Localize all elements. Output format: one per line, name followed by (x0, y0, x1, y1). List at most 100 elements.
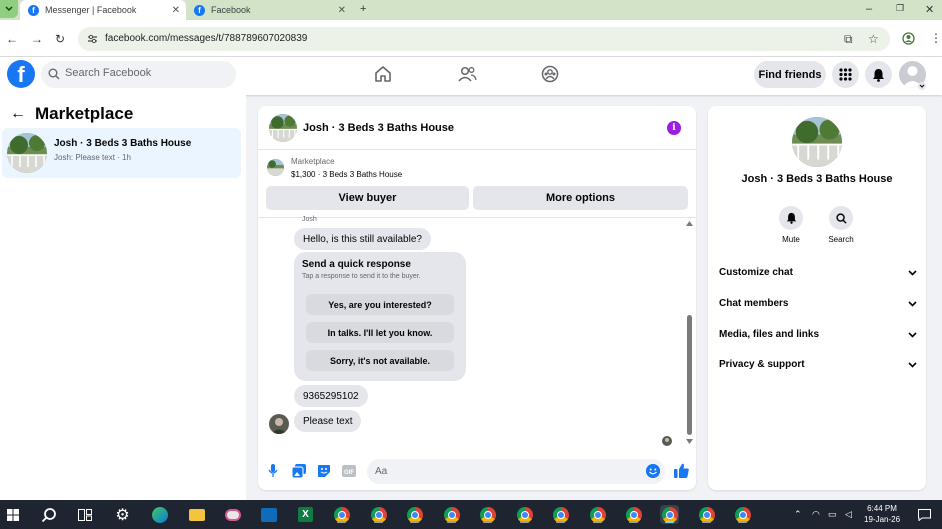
message-bubble[interactable]: 9365295102 (294, 385, 368, 407)
sticker-icon[interactable] (317, 464, 331, 478)
wifi-icon[interactable]: ◠ (812, 509, 820, 520)
chrome-profile-icon[interactable] (369, 505, 388, 524)
search-circle[interactable] (829, 206, 853, 230)
customize-chat-row[interactable]: Customize chat (719, 267, 917, 278)
facebook-search[interactable] (41, 61, 236, 88)
notification-center-icon[interactable] (918, 509, 931, 521)
microphone-icon[interactable] (268, 464, 278, 478)
maximize-button[interactable]: ❐ (896, 3, 904, 14)
forward-button[interactable]: → (31, 32, 43, 46)
chrome-profile-icon-active[interactable] (660, 505, 679, 524)
chrome-profile-icon[interactable] (478, 505, 497, 524)
search-conversation-button[interactable]: Search (821, 206, 861, 244)
file-explorer-icon[interactable] (187, 505, 206, 524)
chrome-profile-icon[interactable] (515, 505, 534, 524)
message-input[interactable]: Aa (367, 459, 665, 484)
search-input[interactable] (65, 67, 225, 79)
scrollbar-thumb[interactable] (687, 315, 692, 435)
search-icon[interactable] (41, 507, 57, 523)
browser-menu-icon[interactable]: ⋮ (930, 31, 942, 45)
chat-avatar[interactable] (269, 114, 297, 142)
message-bubble[interactable]: Please text (294, 410, 362, 432)
excel-icon[interactable]: X (296, 505, 315, 524)
more-options-button[interactable]: More options (473, 186, 688, 210)
scroll-up-icon[interactable] (686, 221, 693, 226)
notifications-button[interactable] (865, 61, 892, 88)
close-window-button[interactable]: ✕ (925, 3, 934, 16)
taskbar-clock[interactable]: 6:44 PM 19-Jan-26 (864, 503, 900, 525)
battery-icon[interactable]: ▭ (828, 509, 837, 520)
mute-button[interactable]: Mute (771, 206, 811, 244)
bell-icon (873, 68, 884, 82)
gif-icon[interactable]: GIF (342, 464, 356, 478)
facebook-logo[interactable]: f (7, 60, 35, 88)
tab-messenger[interactable]: f Messenger | Facebook ✕ (20, 0, 186, 20)
chrome-profile-icon[interactable] (442, 505, 461, 524)
account-chevron-icon[interactable] (918, 82, 926, 90)
address-bar-row: ← → ↻ facebook.com/messages/t/7887896070… (0, 20, 942, 57)
tab-search-button[interactable] (0, 0, 18, 18)
emoji-icon[interactable] (646, 464, 660, 478)
settings-icon[interactable]: ⚙ (113, 505, 132, 524)
minimize-button[interactable]: – (866, 3, 872, 15)
url-text[interactable]: facebook.com/messages/t/788789607020839 (105, 33, 307, 44)
friends-icon[interactable] (457, 65, 477, 83)
privacy-support-row[interactable]: Privacy & support (719, 359, 917, 370)
groups-icon[interactable] (541, 65, 559, 83)
info-icon[interactable]: i (667, 121, 681, 135)
quick-response-option[interactable]: Yes, are you interested? (306, 294, 454, 315)
chrome-profile-icon[interactable] (733, 505, 752, 524)
paint-icon[interactable] (223, 505, 242, 524)
media-files-links-row[interactable]: Media, files and links (719, 329, 917, 340)
photo-icon[interactable] (292, 464, 306, 478)
chat-panel: Josh · 3 Beds 3 Baths House i Marketplac… (258, 106, 696, 490)
chat-members-row[interactable]: Chat members (719, 298, 917, 309)
conversation-item[interactable]: Josh · 3 Beds 3 Baths House Josh: Please… (2, 128, 241, 178)
close-tab-icon[interactable]: ✕ (172, 5, 180, 16)
view-buyer-button[interactable]: View buyer (266, 186, 469, 210)
mute-circle[interactable] (779, 206, 803, 230)
chevron-down-icon (5, 6, 13, 12)
home-icon[interactable] (374, 65, 392, 83)
chrome-profile-icon[interactable] (551, 505, 570, 524)
windows-start-icon[interactable] (7, 509, 19, 521)
back-arrow-icon[interactable]: ← (10, 105, 26, 123)
omnibox[interactable]: facebook.com/messages/t/788789607020839 … (78, 27, 890, 51)
chrome-profile-icon[interactable] (624, 505, 643, 524)
site-info-icon[interactable] (87, 34, 98, 44)
profile-icon[interactable] (902, 32, 915, 45)
show-hidden-icons[interactable]: ⌃ (794, 509, 802, 520)
thumbs-up-icon[interactable] (674, 463, 689, 478)
thread-scrollbar[interactable] (686, 219, 694, 448)
bookmark-star-icon[interactable]: ☆ (868, 32, 879, 46)
quick-response-subheading: Tap a response to send it to the buyer. (302, 273, 421, 280)
message-bubble[interactable]: Hello, is this still available? (294, 228, 431, 250)
chat-title[interactable]: Josh · 3 Beds 3 Baths House (303, 122, 454, 134)
quick-response-option[interactable]: In talks. I'll let you know. (306, 322, 454, 343)
search-icon (835, 212, 847, 224)
chrome-icon[interactable] (332, 505, 351, 524)
quick-response-option[interactable]: Sorry, it's not available. (306, 350, 454, 371)
message-thread[interactable]: Josh Hello, is this still available? Sen… (258, 216, 696, 448)
task-view-icon[interactable] (78, 509, 92, 521)
reload-button[interactable]: ↻ (55, 32, 65, 46)
chrome-profile-icon[interactable] (588, 505, 607, 524)
menu-button[interactable] (832, 61, 859, 88)
details-avatar[interactable] (792, 117, 842, 167)
chrome-profile-icon[interactable] (697, 505, 716, 524)
find-friends-button[interactable]: Find friends (754, 61, 826, 88)
outlook-icon[interactable] (259, 505, 278, 524)
scroll-down-icon[interactable] (686, 439, 693, 444)
install-app-icon[interactable]: ⧉ (844, 32, 853, 47)
chrome-profile-icon[interactable] (405, 505, 424, 524)
listing-detail[interactable]: $1,300 · 3 Beds 3 Baths House (291, 170, 402, 179)
chevron-down-icon (908, 269, 917, 276)
back-button[interactable]: ← (6, 32, 18, 46)
edge-icon[interactable] (150, 505, 169, 524)
new-tab-button[interactable]: + (360, 3, 366, 15)
volume-icon[interactable]: ◁ (845, 509, 852, 520)
close-tab-icon[interactable]: ✕ (338, 5, 346, 16)
sender-avatar[interactable] (269, 414, 289, 434)
facebook-header: f Find friends (0, 57, 942, 95)
tab-facebook[interactable]: f Facebook ✕ (186, 0, 352, 20)
